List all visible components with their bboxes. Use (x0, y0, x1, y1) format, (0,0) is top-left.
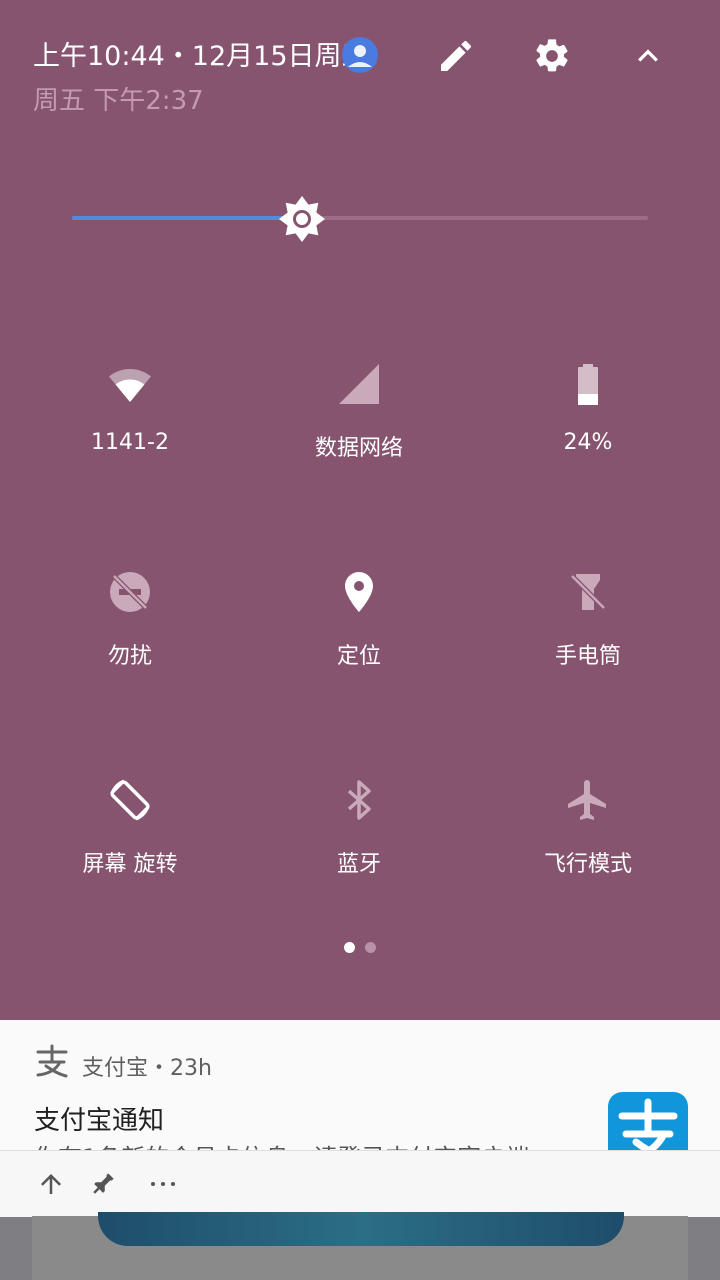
settings-gear-icon[interactable] (532, 36, 572, 76)
notification-action-bar (0, 1150, 720, 1217)
tile-label-dnd: 勿扰 (107, 644, 152, 669)
date-time: 上午10:44・12月15日周五 (33, 41, 369, 72)
quick-settings-panel: 上午10:44・12月15日周五 周五 下午2:37 1141-2 数据网络 2… (0, 0, 720, 1020)
tile-airplane-mode[interactable]: 飞行模式 (473, 776, 703, 926)
next-alarm[interactable]: 周五 下午2:37 (33, 80, 204, 117)
auto-rotate-icon (110, 779, 150, 821)
cellular-signal-icon (339, 364, 379, 404)
tile-flashlight[interactable]: 手电筒 (473, 568, 703, 718)
page-dot (365, 942, 376, 953)
flashlight-off-icon (570, 574, 606, 610)
page-dot-active (344, 942, 355, 953)
tile-cellular-data[interactable]: 数据网络 (244, 360, 474, 510)
tile-battery[interactable]: 24% (473, 360, 703, 510)
arrow-up-icon[interactable] (36, 1169, 66, 1199)
location-icon (345, 572, 373, 612)
more-options-icon[interactable] (148, 1169, 178, 1199)
tile-do-not-disturb[interactable]: 勿扰 (15, 568, 245, 718)
brightness-sun-icon[interactable] (277, 194, 327, 244)
brightness-slider-fill (72, 216, 302, 220)
tile-label-wifi: 1141-2 (91, 430, 169, 455)
tile-auto-rotate[interactable]: 屏幕 旋转 (15, 776, 245, 926)
tile-label-battery: 24% (563, 430, 613, 455)
bluetooth-icon (347, 780, 371, 820)
alipay-small-icon (36, 1044, 68, 1078)
user-avatar-icon[interactable] (340, 35, 380, 75)
edit-icon[interactable] (436, 36, 476, 76)
airplane-mode-icon (568, 780, 606, 820)
tile-location[interactable]: 定位 (244, 568, 474, 718)
notification-title: 支付宝通知 (34, 1106, 165, 1136)
snooze-pin-icon[interactable] (88, 1169, 118, 1199)
background-app-content (98, 1212, 624, 1246)
wifi-icon (109, 369, 151, 402)
battery-icon (578, 364, 598, 405)
tile-bluetooth[interactable]: 蓝牙 (244, 776, 474, 926)
collapse-chevron-up-icon[interactable] (628, 36, 668, 76)
tile-wifi[interactable]: 1141-2 (15, 360, 245, 510)
tile-label-cellular: 数据网络 (314, 436, 403, 461)
tile-label-flashlight: 手电筒 (554, 644, 621, 669)
alipay-notification[interactable]: 支付宝・23h 支付宝通知 你有1条新的会员卡信息，请登录支付宝客户端 (0, 1020, 720, 1217)
do-not-disturb-icon (110, 572, 150, 612)
tile-label-rotate: 屏幕 旋转 (82, 852, 178, 877)
tile-label-location: 定位 (336, 644, 381, 669)
notification-app-name: 支付宝・23h (82, 1056, 212, 1081)
tile-label-bluetooth: 蓝牙 (336, 852, 381, 877)
tile-label-airplane: 飞行模式 (543, 852, 632, 877)
